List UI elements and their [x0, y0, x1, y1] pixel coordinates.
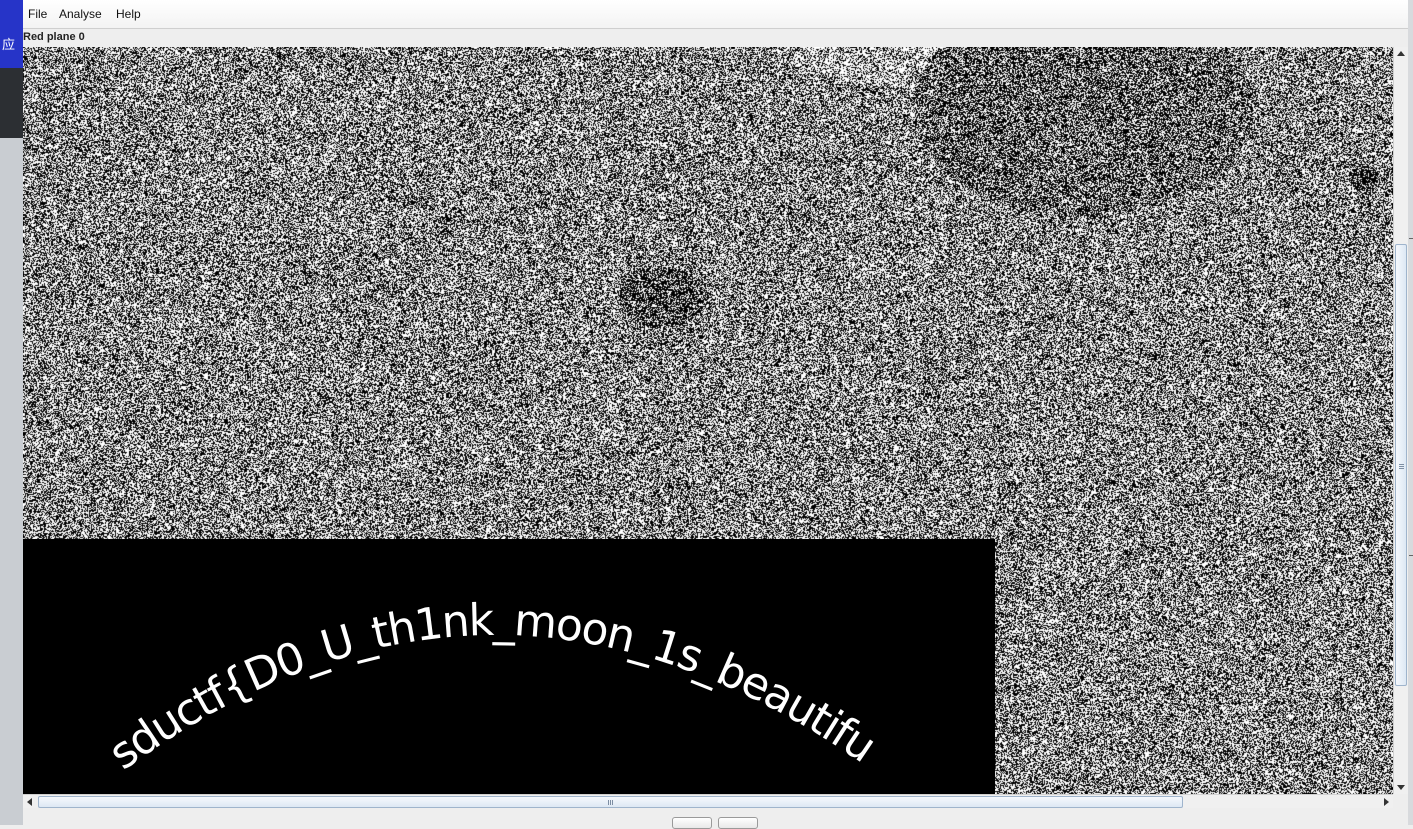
menu-help[interactable]: Help [116, 7, 141, 21]
vertical-scroll-thumb[interactable] [1395, 244, 1407, 686]
horizontal-scroll-thumb[interactable] [38, 796, 1183, 808]
grip-line [612, 800, 613, 805]
grip-line [608, 800, 609, 805]
desktop-dark-tile [0, 68, 23, 138]
image-viewport[interactable]: sductf{D0_U_th1nk_moon_1s_beautifu1!!!} [23, 47, 1393, 794]
stegsolve-window: File Analyse Help Red plane 0 sductf{D0_… [23, 0, 1408, 829]
hidden-flag-label: sductf{D0_U_th1nk_moon_1s_beautifu1!!!} [23, 539, 886, 780]
next-plane-button[interactable] [718, 817, 758, 829]
scroll-corner [1393, 794, 1408, 808]
svg-text:sductf{D0_U_th1nk_moon_1s_beau: sductf{D0_U_th1nk_moon_1s_beautifu1!!!} [23, 539, 886, 780]
horizontal-scrollbar[interactable] [23, 794, 1393, 808]
hidden-flag-text: sductf{D0_U_th1nk_moon_1s_beautifu1!!!} [23, 539, 886, 780]
menu-bar: File Analyse Help [23, 0, 1408, 29]
desktop-background-right [1408, 0, 1413, 825]
grip-line [1399, 466, 1404, 467]
grip-line [610, 800, 611, 805]
desktop-taskbar-tile: 应 [0, 0, 23, 68]
desktop-edge-mark [1409, 238, 1413, 239]
triangle-down-icon[interactable] [1397, 785, 1405, 790]
menu-file[interactable]: File [28, 7, 47, 21]
plane-label: Red plane 0 [23, 31, 85, 43]
previous-plane-button[interactable] [672, 817, 712, 829]
grip-line [1399, 464, 1404, 465]
triangle-up-icon[interactable] [1397, 51, 1405, 56]
desktop-tile-glyph: 应 [2, 38, 16, 53]
hidden-text-region: sductf{D0_U_th1nk_moon_1s_beautifu1!!!} [23, 539, 995, 794]
menu-analyse[interactable]: Analyse [59, 7, 102, 21]
triangle-right-icon[interactable] [1384, 798, 1389, 806]
grip-line [1399, 468, 1404, 469]
vertical-scrollbar[interactable] [1393, 47, 1408, 794]
triangle-left-icon[interactable] [27, 798, 32, 806]
desktop-edge-mark [1409, 555, 1413, 556]
